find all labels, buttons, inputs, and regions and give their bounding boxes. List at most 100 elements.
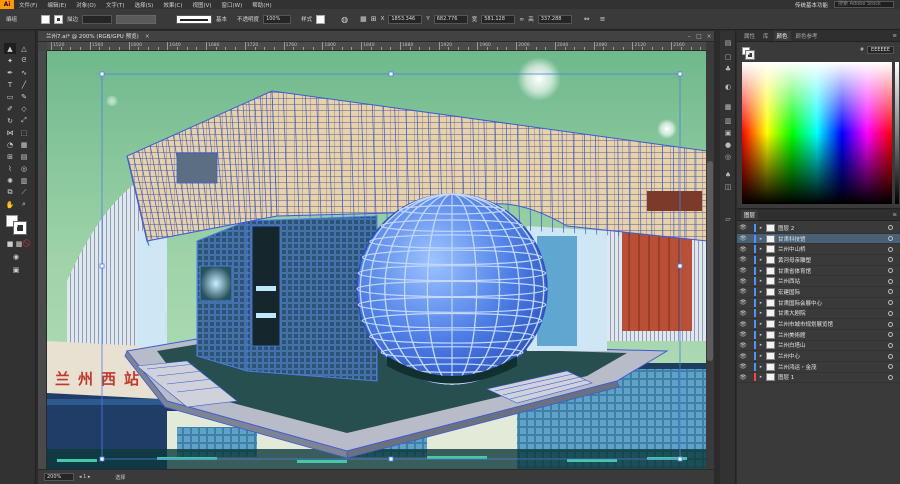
menu-view[interactable]: 视图(V) bbox=[187, 1, 216, 9]
layer-name[interactable]: 甘肃省体育馆 bbox=[778, 267, 888, 275]
artboard-canvas[interactable]: 兰州西站 bbox=[47, 51, 706, 469]
screen-mode-icon[interactable]: ▣ bbox=[10, 264, 22, 275]
zoom-tool-icon[interactable]: ⌕ bbox=[18, 199, 30, 210]
layer-name[interactable]: 黄河母亲雕塑 bbox=[778, 256, 888, 264]
ruler-origin[interactable] bbox=[38, 42, 47, 51]
expand-arrow-icon[interactable]: ▸ bbox=[758, 268, 764, 274]
target-circle-icon[interactable] bbox=[888, 321, 893, 327]
direct-selection-tool-icon[interactable]: △ bbox=[18, 43, 30, 54]
libraries-icon[interactable]: ▢ bbox=[723, 53, 733, 62]
shaper-tool-icon[interactable]: ✐ bbox=[4, 103, 16, 114]
magic-wand-tool-icon[interactable]: ✦ bbox=[4, 55, 16, 66]
character-icon[interactable]: ◐ bbox=[723, 83, 733, 92]
gradient-icon[interactable]: ● bbox=[723, 141, 733, 150]
visibility-eye-icon[interactable]: 👁 bbox=[737, 224, 749, 231]
align-icon[interactable]: ▦ bbox=[360, 15, 367, 23]
swatches-icon[interactable]: ▦ bbox=[723, 103, 733, 112]
layer-name[interactable]: 兰州鸿运・金茂 bbox=[778, 363, 888, 371]
expand-arrow-icon[interactable]: ▸ bbox=[758, 342, 764, 348]
artboard-tool-icon[interactable]: ⧉ bbox=[4, 187, 16, 198]
layer-name[interactable]: 兰州中山桥 bbox=[778, 245, 888, 253]
tab-libraries[interactable]: 库 bbox=[760, 31, 772, 41]
layers-menu-icon[interactable]: ≡ bbox=[889, 211, 900, 219]
width-tool-icon[interactable]: ⋈ bbox=[4, 127, 16, 138]
brushes-icon[interactable]: ▥ bbox=[723, 117, 733, 126]
layer-row[interactable]: 👁 ▸ 甘肃国际会展中心 bbox=[737, 298, 900, 309]
target-circle-icon[interactable] bbox=[888, 225, 893, 231]
paintbrush-tool-icon[interactable]: ✎ bbox=[18, 91, 30, 102]
menu-effect[interactable]: 效果(C) bbox=[158, 1, 187, 9]
layer-row[interactable]: 👁 ▸ 甘肃省体育馆 bbox=[737, 266, 900, 277]
target-circle-icon[interactable] bbox=[888, 364, 893, 370]
layer-row[interactable]: 👁 ▸ 兰州美術館 bbox=[737, 330, 900, 341]
eraser-tool-icon[interactable]: ◇ bbox=[18, 103, 30, 114]
layer-row[interactable]: 👁 ▸ 兰州中心 bbox=[737, 351, 900, 362]
visibility-eye-icon[interactable]: 👁 bbox=[737, 267, 749, 274]
expand-arrow-icon[interactable]: ▸ bbox=[758, 236, 764, 242]
expand-arrow-icon[interactable]: ▸ bbox=[758, 332, 764, 338]
blend-tool-icon[interactable]: ◎ bbox=[18, 163, 30, 174]
vertical-scrollbar[interactable] bbox=[706, 51, 714, 469]
expand-arrow-icon[interactable]: ▸ bbox=[758, 364, 764, 370]
visibility-eye-icon[interactable]: 👁 bbox=[737, 256, 749, 263]
status-tool-label[interactable]: 选择 bbox=[115, 474, 125, 481]
layer-row[interactable]: 👁 ▸ 兰州中山桥 bbox=[737, 244, 900, 256]
selection-tool-icon[interactable]: ▲ bbox=[4, 43, 16, 54]
tab-color-guide[interactable]: 颜色参考 bbox=[793, 31, 821, 41]
symbols-icon[interactable]: ♠ bbox=[723, 171, 733, 180]
visibility-eye-icon[interactable]: 👁 bbox=[737, 331, 749, 338]
stock-search-input[interactable]: 搜索 Adobe Stock bbox=[834, 1, 894, 8]
target-circle-icon[interactable] bbox=[888, 332, 893, 338]
expand-arrow-icon[interactable]: ▸ bbox=[758, 225, 764, 231]
layers-icon[interactable]: ▱ bbox=[723, 215, 733, 224]
visibility-eye-icon[interactable]: 👁 bbox=[737, 342, 749, 349]
target-circle-icon[interactable] bbox=[888, 278, 893, 284]
grayscale-ramp[interactable] bbox=[895, 62, 899, 204]
layer-name[interactable]: 图层 1 bbox=[778, 373, 888, 381]
menu-help[interactable]: 帮助(H) bbox=[247, 1, 276, 9]
expand-arrow-icon[interactable]: ▸ bbox=[758, 353, 764, 359]
menu-edit[interactable]: 编辑(E) bbox=[42, 1, 71, 9]
window-close-icon[interactable]: × bbox=[704, 33, 714, 40]
rotate-tool-icon[interactable]: ↻ bbox=[4, 115, 16, 126]
tab-color[interactable]: 颜色 bbox=[773, 31, 791, 41]
panel-menu-icon[interactable]: ≡ bbox=[889, 32, 900, 40]
visibility-eye-icon[interactable]: 👁 bbox=[737, 321, 749, 328]
expand-arrow-icon[interactable]: ▸ bbox=[758, 374, 764, 380]
artboard-nav-icon[interactable]: ◂ 1 ▸ bbox=[79, 474, 90, 480]
tab-layers[interactable]: 图层 bbox=[741, 210, 759, 220]
menu-window[interactable]: 窗口(W) bbox=[217, 1, 248, 9]
layer-name[interactable]: 图层 2 bbox=[778, 224, 888, 232]
menu-select[interactable]: 选择(S) bbox=[130, 1, 159, 9]
height-field[interactable]: 337.288 bbox=[537, 14, 572, 24]
hex-input[interactable]: EEEEEE bbox=[867, 46, 894, 54]
expand-arrow-icon[interactable]: ▸ bbox=[758, 310, 764, 316]
target-circle-icon[interactable] bbox=[888, 300, 893, 306]
stroke-swatch[interactable] bbox=[54, 14, 64, 24]
layer-name[interactable]: 甘肃国际会展中心 bbox=[778, 299, 888, 307]
target-circle-icon[interactable] bbox=[888, 289, 893, 295]
target-circle-icon[interactable] bbox=[888, 268, 893, 274]
stroke-weight-field[interactable] bbox=[82, 14, 113, 24]
fill-stroke-widget[interactable] bbox=[6, 215, 28, 235]
layer-row[interactable]: 👁 ▸ 甘肃科技馆 bbox=[737, 233, 900, 245]
opacity-label[interactable]: 不透明度 bbox=[237, 15, 259, 23]
expand-arrow-icon[interactable]: ▸ bbox=[758, 246, 764, 252]
gradient-tool-icon[interactable]: ▤ bbox=[18, 151, 30, 162]
workspace-switcher[interactable]: 传统基本功能 bbox=[789, 1, 834, 9]
pen-tool-icon[interactable]: ✒ bbox=[4, 67, 16, 78]
layer-row[interactable]: 👁 ▸ 兰州白塔山 bbox=[737, 341, 900, 352]
y-field[interactable]: 682.776 bbox=[433, 14, 468, 24]
expand-arrow-icon[interactable]: ▸ bbox=[758, 257, 764, 263]
layer-name[interactable]: 兰州西站 bbox=[778, 277, 888, 285]
scroll-thumb[interactable] bbox=[707, 161, 713, 361]
panel-menu-icon[interactable]: ≡ bbox=[600, 15, 606, 23]
stroke-icon[interactable]: ▣ bbox=[723, 129, 733, 138]
properties-icon[interactable]: ▤ bbox=[723, 39, 733, 48]
visibility-eye-icon[interactable]: 👁 bbox=[737, 363, 749, 370]
x-field[interactable]: 1853.346 bbox=[388, 14, 423, 24]
mesh-tool-icon[interactable]: ⊞ bbox=[4, 151, 16, 162]
none-mode-icon[interactable]: ⃠ bbox=[22, 238, 34, 249]
layer-row[interactable]: 👁 ▸ 兰州西站 bbox=[737, 276, 900, 288]
maximize-icon[interactable]: □ bbox=[694, 33, 704, 40]
